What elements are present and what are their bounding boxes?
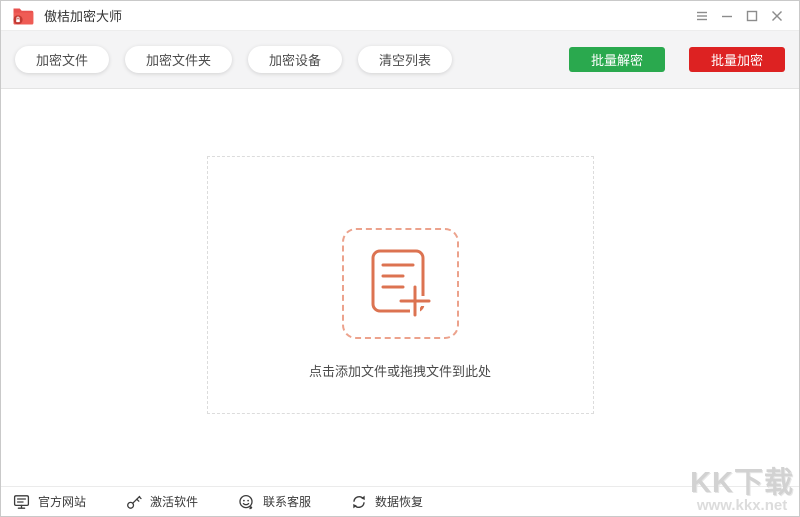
footer-label: 激活软件: [150, 493, 198, 510]
app-logo-folder-lock-icon: [11, 6, 35, 26]
activate-software-link[interactable]: 激活软件: [126, 493, 198, 510]
footer-label: 官方网站: [38, 493, 86, 510]
footer-bar: 官方网站 激活软件: [1, 486, 799, 516]
clear-list-button[interactable]: 清空列表: [358, 46, 452, 73]
batch-decrypt-button[interactable]: 批量解密: [569, 47, 665, 72]
window-controls: [689, 4, 789, 28]
data-recovery-link[interactable]: 数据恢复: [351, 493, 423, 510]
minimize-icon[interactable]: [714, 4, 739, 28]
batch-encrypt-button[interactable]: 批量加密: [689, 47, 785, 72]
titlebar: 傲桔加密大师: [1, 1, 799, 31]
add-files-dropzone[interactable]: [342, 228, 459, 339]
app-title: 傲桔加密大师: [44, 6, 122, 25]
key-icon: [126, 494, 142, 510]
add-document-icon: [370, 249, 432, 319]
batch-actions: 批量解密 批量加密: [569, 47, 785, 72]
toolbar: 加密文件 加密文件夹 加密设备 清空列表 批量解密 批量加密: [1, 31, 799, 89]
official-website-link[interactable]: 官方网站: [13, 493, 86, 510]
close-icon[interactable]: [764, 4, 789, 28]
encrypt-file-button[interactable]: 加密文件: [15, 46, 109, 73]
maximize-icon[interactable]: [739, 4, 764, 28]
footer-label: 联系客服: [263, 493, 311, 510]
monitor-icon: [13, 494, 30, 510]
dropzone-hint-text: 点击添加文件或拖拽文件到此处: [1, 361, 799, 380]
encrypt-device-button[interactable]: 加密设备: [248, 46, 342, 73]
app-window: 傲桔加密大师: [0, 0, 800, 517]
encrypt-folder-button[interactable]: 加密文件夹: [125, 46, 232, 73]
headset-icon: [238, 494, 255, 510]
menu-icon[interactable]: [689, 4, 714, 28]
contact-support-link[interactable]: 联系客服: [238, 493, 311, 510]
file-list-area: 点击添加文件或拖拽文件到此处: [1, 90, 799, 486]
footer-label: 数据恢复: [375, 493, 423, 510]
refresh-icon: [351, 494, 367, 510]
